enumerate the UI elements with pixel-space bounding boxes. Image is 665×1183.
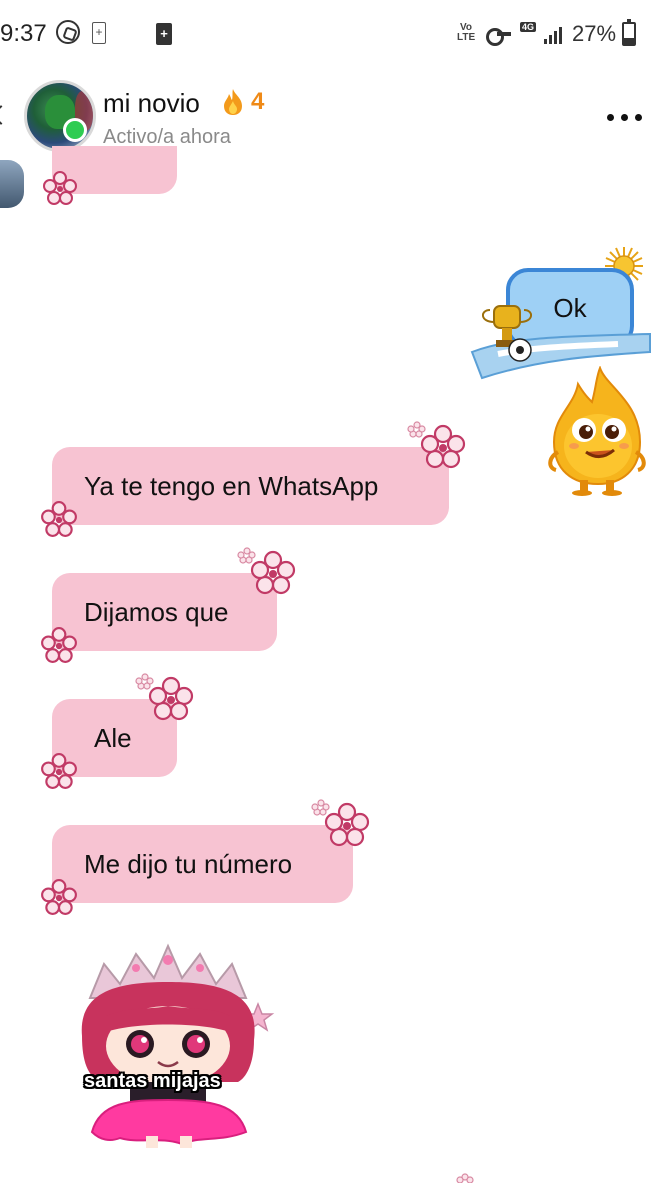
- volte-icon: Vo LTE: [457, 22, 476, 43]
- contact-name[interactable]: mi novio: [103, 88, 200, 119]
- streak-count: 4: [251, 88, 265, 115]
- status-bar: 9:37 + + Vo LTE 4G 27%: [0, 0, 665, 70]
- flower-decoration-icon: [135, 673, 194, 721]
- battery-icon: [622, 19, 636, 46]
- flower-decoration-icon: [237, 547, 296, 595]
- back-arrow-icon[interactable]: [0, 105, 11, 125]
- online-indicator: [63, 118, 87, 142]
- flower-decoration-icon: [41, 753, 77, 789]
- contact-avatar[interactable]: [24, 80, 96, 152]
- battery-notification-icon: +: [156, 23, 172, 45]
- flower-decoration-icon: [456, 1173, 474, 1183]
- flower-decoration-icon: [41, 627, 77, 663]
- sender-avatar-mini: [0, 160, 24, 208]
- sticker-caption: santas mijajas: [84, 1070, 221, 1092]
- flower-decoration-icon: [41, 501, 77, 537]
- received-message-bubble[interactable]: Ya te tengo en WhatsApp: [52, 447, 449, 525]
- flower-decoration-icon: [311, 799, 370, 847]
- flower-decoration-icon: [41, 879, 77, 915]
- vpn-key-icon: [486, 28, 512, 46]
- flower-decoration-icon: [43, 171, 77, 205]
- battery-saver-icon: +: [92, 22, 106, 44]
- fire-streak-icon: [224, 89, 242, 115]
- battery-percent: 27%: [572, 21, 617, 46]
- received-message-text: Ya te tengo en WhatsApp: [84, 470, 379, 501]
- received-message-text: Me dijo tu número: [84, 848, 293, 879]
- whatsapp-notification-icon: [56, 20, 80, 44]
- network-type-icon: 4G: [520, 22, 537, 32]
- received-message-bubble[interactable]: Me dijo tu número: [52, 825, 353, 903]
- status-time: 9:37: [0, 20, 47, 47]
- flower-decoration-icon: [407, 421, 466, 469]
- more-options-icon[interactable]: [607, 114, 643, 122]
- signal-icon: [544, 24, 566, 44]
- princess-plush-sticker[interactable]: [70, 936, 280, 1152]
- fire-mascot-sticker[interactable]: [544, 366, 654, 496]
